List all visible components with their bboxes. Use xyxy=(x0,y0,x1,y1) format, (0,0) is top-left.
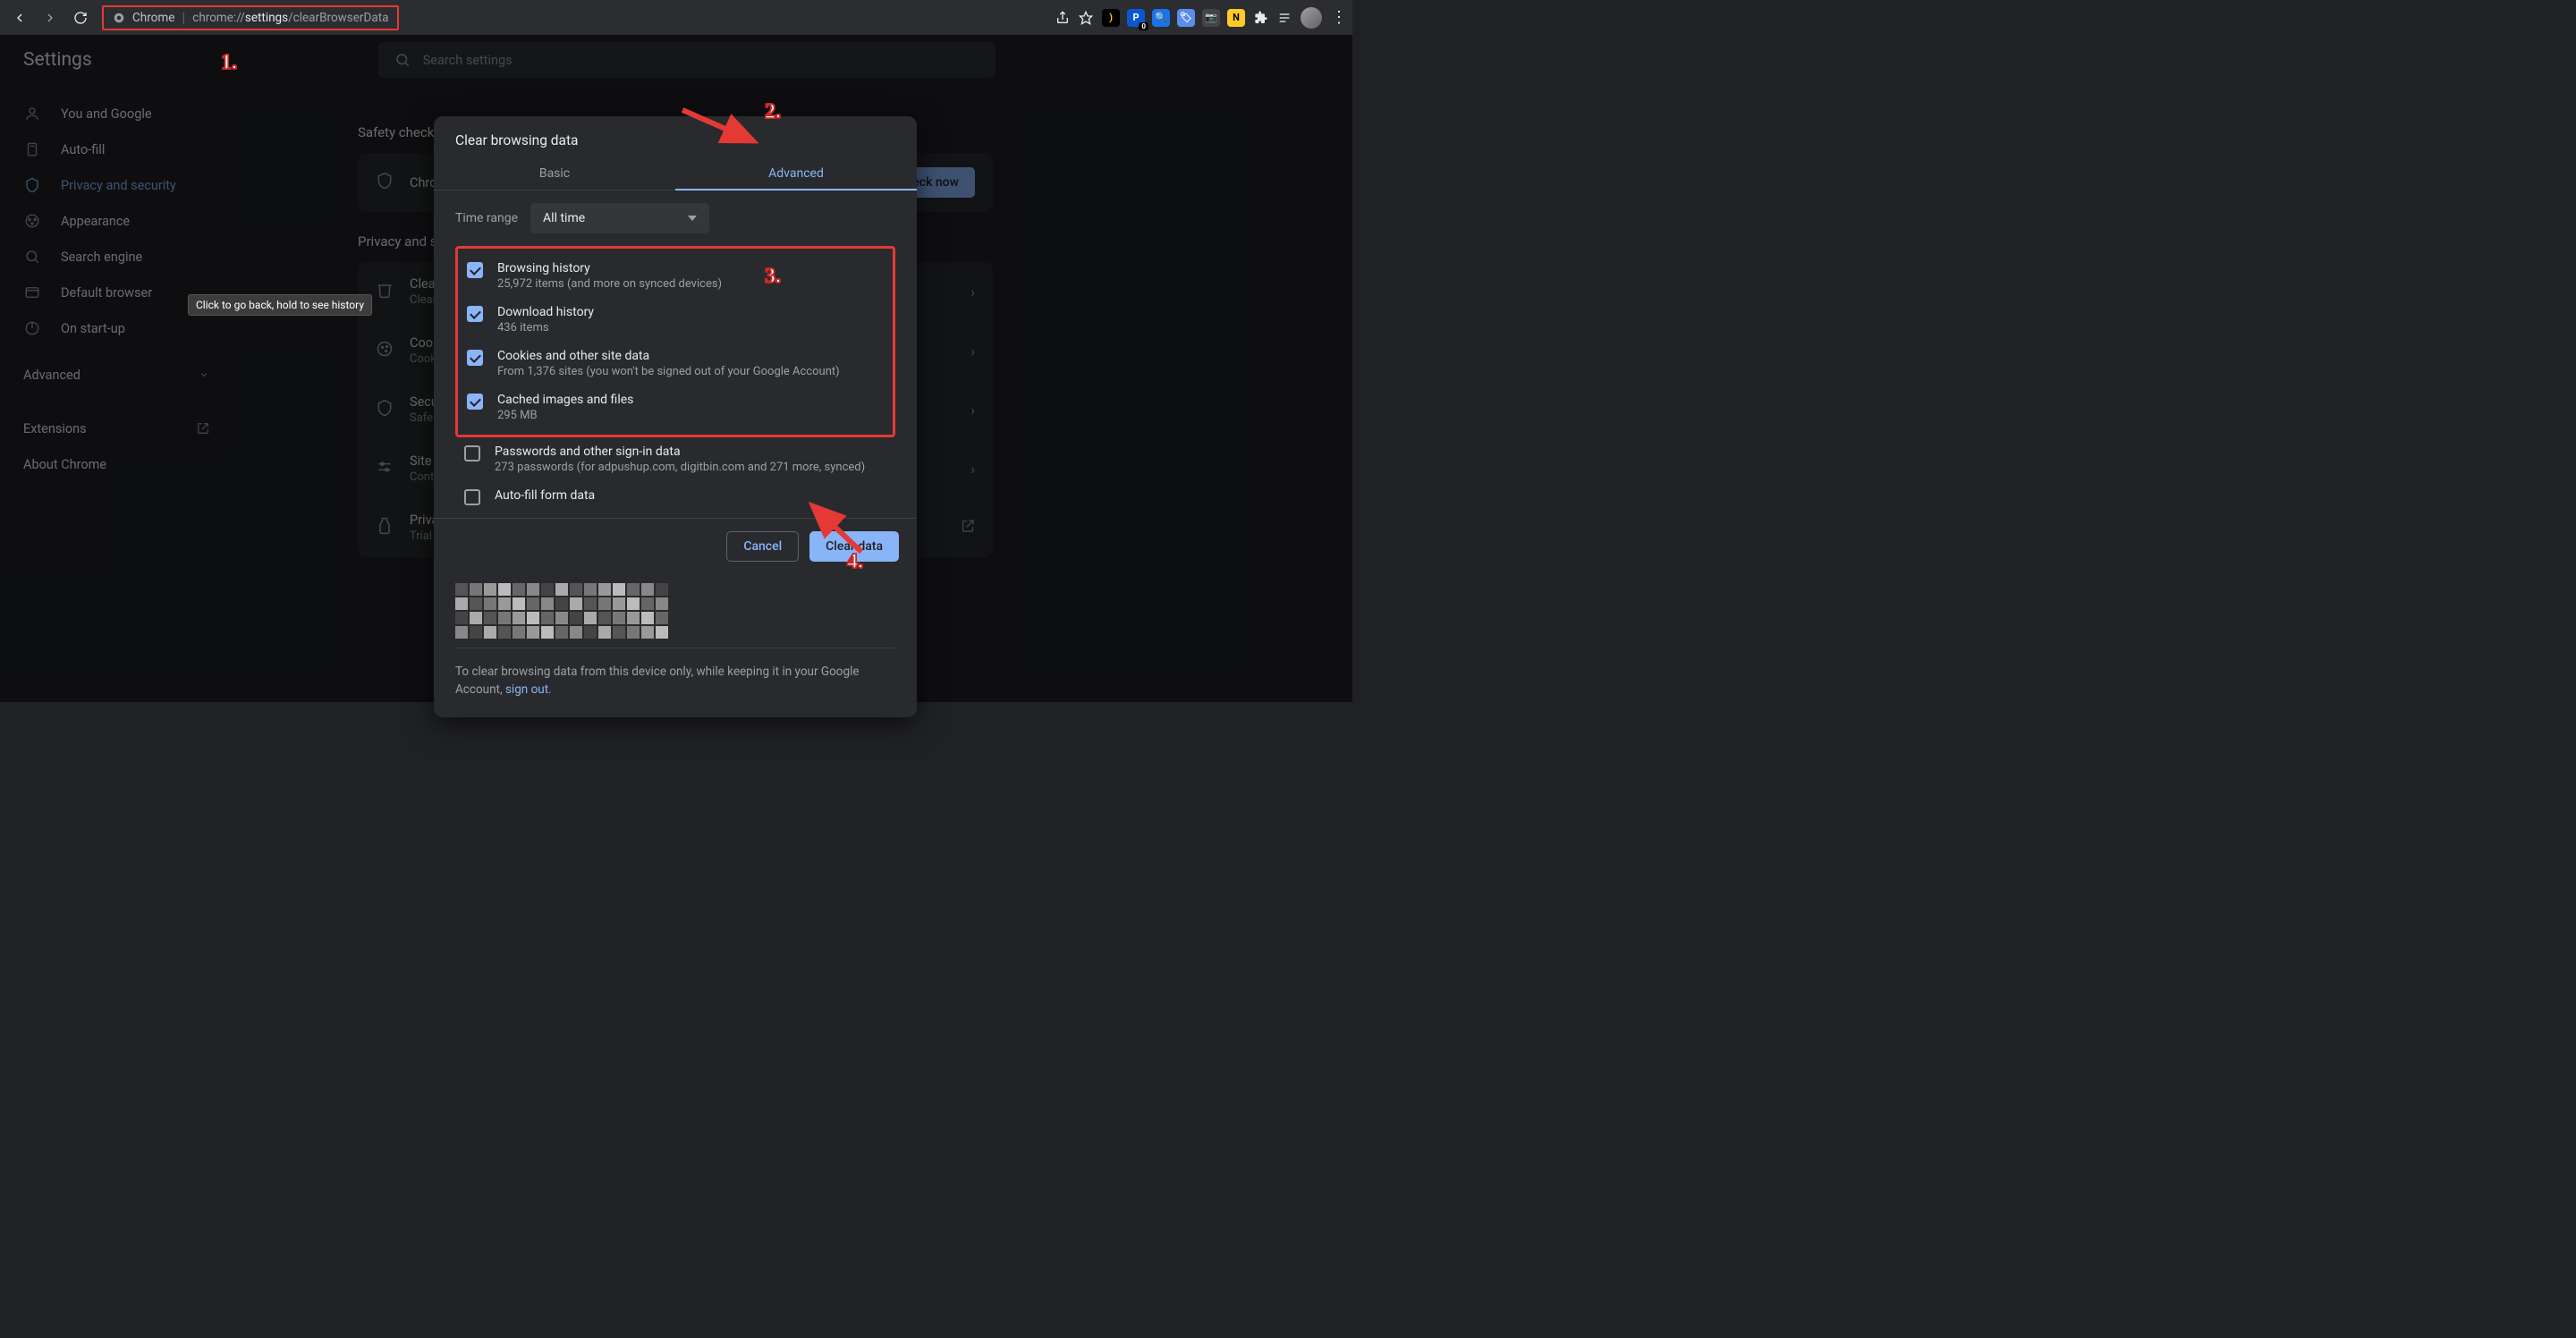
back-tooltip: Click to go back, hold to see history xyxy=(188,294,372,316)
search-input[interactable] xyxy=(423,53,979,68)
bookmark-star-icon[interactable] xyxy=(1079,11,1093,25)
dialog-title: Clear browsing data xyxy=(434,116,917,157)
chevron-right-icon: › xyxy=(970,402,975,419)
sign-out-link[interactable]: sign out xyxy=(505,682,548,697)
browser-toolbar: Chrome | chrome://settings/clearBrowserD… xyxy=(0,0,1352,35)
extension-icon[interactable]: P0 xyxy=(1127,9,1145,27)
page-header: Settings xyxy=(0,35,1352,85)
clear-option-row[interactable]: Cookies and other site dataFrom 1,376 si… xyxy=(463,342,887,385)
chevron-right-icon: › xyxy=(970,461,975,478)
chevron-right-icon: › xyxy=(970,284,975,301)
sidebar-item-on-startup[interactable]: On start-up xyxy=(0,310,233,346)
extension-icon[interactable]: ) xyxy=(1102,9,1120,27)
open-external-icon xyxy=(197,422,209,435)
sidebar-item-autofill[interactable]: Auto-fill xyxy=(0,131,233,167)
shield-icon xyxy=(376,399,394,420)
chevron-down-icon xyxy=(199,369,209,380)
checkbox[interactable] xyxy=(464,489,480,505)
sidebar-advanced-toggle[interactable]: Advanced xyxy=(0,357,233,393)
dialog-footer: To clear browsing data from this device … xyxy=(434,648,917,717)
tab-basic[interactable]: Basic xyxy=(434,157,675,190)
reading-list-icon[interactable] xyxy=(1277,11,1292,25)
address-url: chrome://settings/clearBrowserData xyxy=(192,11,388,25)
extension-icon[interactable]: 📷 xyxy=(1202,9,1220,27)
search-settings[interactable] xyxy=(378,42,996,78)
annotation-arrow-4 xyxy=(803,498,875,561)
blurred-account-region xyxy=(434,574,693,648)
reload-button[interactable] xyxy=(68,5,93,30)
search-icon xyxy=(394,52,411,68)
profile-avatar[interactable] xyxy=(1301,7,1322,29)
checkbox[interactable] xyxy=(464,445,480,462)
sidebar-item-you-and-google[interactable]: You and Google xyxy=(0,96,233,131)
sidebar-item-privacy-security[interactable]: Privacy and security xyxy=(0,167,233,203)
checkbox[interactable] xyxy=(467,350,483,366)
annotation-arrow-2 xyxy=(678,106,767,150)
time-range-row: Time range All time xyxy=(455,203,895,233)
extension-icon[interactable]: 🔍 xyxy=(1152,9,1170,27)
extensions-puzzle-icon[interactable] xyxy=(1254,11,1268,25)
extension-icon[interactable]: N xyxy=(1227,9,1245,27)
checkbox[interactable] xyxy=(467,394,483,410)
sidebar-about-chrome[interactable]: About Chrome xyxy=(0,446,233,482)
extension-icon[interactable]: 🏷 xyxy=(1177,9,1195,27)
checkbox[interactable] xyxy=(467,262,483,278)
page-title: Settings xyxy=(23,49,92,71)
chrome-menu-button[interactable]: ⋮ xyxy=(1331,8,1345,27)
share-icon[interactable] xyxy=(1055,11,1070,25)
checkbox[interactable] xyxy=(467,306,483,322)
annotation-3: 3. xyxy=(765,265,781,289)
trash-icon xyxy=(376,281,394,302)
time-range-label: Time range xyxy=(455,211,518,225)
options-highlight-box: Browsing history25,972 items (and more o… xyxy=(455,246,895,437)
shield-icon xyxy=(376,172,394,193)
flask-icon xyxy=(376,517,394,538)
time-range-select[interactable]: All time xyxy=(530,203,709,233)
sidebar-item-search-engine[interactable]: Search engine xyxy=(0,239,233,275)
sidebar-item-appearance[interactable]: Appearance xyxy=(0,203,233,239)
forward-button[interactable] xyxy=(38,5,63,30)
clear-option-row[interactable]: Passwords and other sign-in data273 pass… xyxy=(455,437,895,481)
clear-browsing-data-dialog: Clear browsing data Basic Advanced Time … xyxy=(434,116,917,717)
clear-option-row[interactable]: Cached images and files295 MB xyxy=(463,385,887,429)
cookie-icon xyxy=(376,340,394,361)
open-external-icon xyxy=(961,519,975,537)
toolbar-right: ) P0 🔍 🏷 📷 N ⋮ xyxy=(1055,0,1345,35)
settings-sidebar: You and Google Auto-fill Privacy and sec… xyxy=(0,85,233,482)
chevron-right-icon: › xyxy=(970,343,975,360)
back-button[interactable] xyxy=(7,5,32,30)
cancel-button[interactable]: Cancel xyxy=(726,531,799,562)
address-bar[interactable]: Chrome | chrome://settings/clearBrowserD… xyxy=(102,5,399,30)
address-origin: Chrome xyxy=(132,11,174,25)
clear-option-row[interactable]: Browsing history25,972 items (and more o… xyxy=(463,254,887,298)
clear-option-row[interactable]: Download history436 items xyxy=(463,298,887,342)
tab-advanced[interactable]: Advanced xyxy=(675,157,917,190)
chrome-icon xyxy=(113,12,125,24)
annotation-1: 1. xyxy=(221,51,237,75)
sidebar-extensions-link[interactable]: Extensions xyxy=(0,411,233,446)
sliders-icon xyxy=(376,458,394,479)
settings-page: Settings You and Google Auto-fill Privac… xyxy=(0,35,1352,702)
dialog-tabs: Basic Advanced xyxy=(434,157,917,191)
